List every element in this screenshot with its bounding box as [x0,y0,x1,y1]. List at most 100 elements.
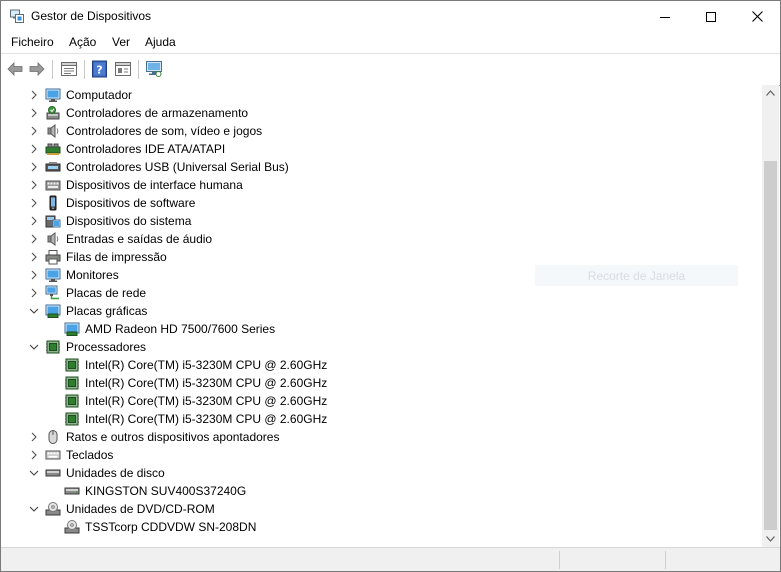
chevron-right-icon[interactable] [29,431,39,443]
tree-category[interactable]: Teclados [1,446,762,464]
tree-category[interactable]: Filas de impressão [1,248,762,266]
chevron-right-icon[interactable] [29,197,39,209]
chevron-down-icon[interactable] [29,305,39,317]
chevron-right-icon[interactable] [29,449,39,461]
cpu-icon [65,358,79,372]
monitor-icon [45,268,61,282]
close-button[interactable] [734,1,780,32]
menu-acao[interactable]: Ação [69,35,96,49]
chevron-right-icon[interactable] [29,107,39,119]
tree-category[interactable]: Controladores de armazenamento [1,104,762,122]
tree-device[interactable]: Intel(R) Core(TM) i5-3230M CPU @ 2.60GHz [1,392,762,410]
help-icon[interactable]: ? [91,60,109,78]
tree-category[interactable]: Ratos e outros dispositivos apontadores [1,428,762,446]
menu-ver[interactable]: Ver [112,35,130,49]
scroll-down-arrow-icon[interactable] [766,536,775,542]
tree-item-label: Entradas e saídas de áudio [66,232,213,246]
tree-category[interactable]: Dispositivos de interface humana [1,176,762,194]
tree-category[interactable]: Controladores USB (Universal Serial Bus) [1,158,762,176]
usb-icon [45,162,61,172]
keyboard-icon [45,450,61,460]
menu-ficheiro[interactable]: Ficheiro [11,35,54,49]
tree-category[interactable]: Dispositivos de software [1,194,762,212]
tree-item-label: Intel(R) Core(TM) i5-3230M CPU @ 2.60GHz [85,376,328,390]
chevron-right-icon[interactable] [29,215,39,227]
tree-item-label: Dispositivos de interface humana [66,178,243,192]
chevron-right-icon[interactable] [29,89,39,101]
display-adapter-icon [64,322,80,336]
chevron-right-icon[interactable] [29,161,39,173]
printer-icon [45,250,61,265]
toolbar-separator [138,60,139,79]
tree-category[interactable]: Unidades de disco [1,464,762,482]
title-bar[interactable]: Gestor de Dispositivos [1,1,780,32]
tree-item-label: Dispositivos do sistema [66,214,192,228]
disk-drive-icon [64,487,80,495]
tree-item-label: Ratos e outros dispositivos apontadores [66,430,280,444]
maximize-icon [706,11,716,22]
tree-item-label: Dispositivos de software [66,196,196,210]
tree-device[interactable]: Intel(R) Core(TM) i5-3230M CPU @ 2.60GHz [1,410,762,428]
menu-ajuda[interactable]: Ajuda [145,35,176,49]
scan-hardware-icon[interactable] [145,60,163,78]
chevron-down-icon[interactable] [29,341,39,353]
dvd-drive-icon [64,520,80,534]
tree-item-label: Controladores de som, vídeo e jogos [66,124,263,138]
snip-overlay-label: Recorte de Janela [535,265,738,286]
dvd-drive-icon [45,502,61,516]
ide-controller-icon [45,143,61,155]
tree-device[interactable]: AMD Radeon HD 7500/7600 Series [1,320,762,338]
tree-category[interactable]: Controladores IDE ATA/ATAPI [1,140,762,158]
chevron-right-icon[interactable] [29,287,39,299]
forward-arrow-icon[interactable] [28,60,46,78]
chevron-right-icon[interactable] [29,125,39,137]
tree-category[interactable]: Entradas e saídas de áudio [1,230,762,248]
minimize-button[interactable] [642,1,688,32]
chevron-down-icon[interactable] [29,503,39,515]
back-arrow-icon[interactable] [6,60,24,78]
scroll-up-arrow-icon[interactable] [766,90,775,96]
tree-category[interactable]: Placas gráficas [1,302,762,320]
tree-category[interactable]: Processadores [1,338,762,356]
maximize-button[interactable] [688,1,734,32]
chevron-right-icon[interactable] [29,143,39,155]
tree-device[interactable]: TSSTcorp CDDVDW SN-208DN [1,518,762,536]
menu-bar: Ficheiro Ação Ver Ajuda [1,32,780,53]
tree-category[interactable]: Unidades de DVD/CD-ROM [1,500,762,518]
device-tree[interactable]: Computador Controladores de armazenamento… [1,85,762,547]
status-separator [559,551,560,569]
scrollbar-thumb[interactable] [764,161,777,530]
minimize-icon [660,16,670,18]
tree-item-label: Intel(R) Core(TM) i5-3230M CPU @ 2.60GHz [85,412,328,426]
tree-item-label: Processadores [66,340,147,354]
toolbar-separator [84,60,85,79]
tree-category[interactable]: Computador [1,86,762,104]
tree-device[interactable]: KINGSTON SUV400S37240G [1,482,762,500]
chevron-right-icon[interactable] [29,233,39,245]
system-device-icon [45,215,61,228]
tree-item-label: Unidades de disco [66,466,165,480]
chevron-down-icon[interactable] [29,467,39,479]
view-icon[interactable] [114,60,132,78]
tree-category[interactable]: Dispositivos do sistema [1,212,762,230]
tree-item-label: Controladores IDE ATA/ATAPI [66,142,226,156]
tree-item-label: Placas de rede [66,286,147,300]
vertical-scrollbar[interactable] [762,85,779,547]
chevron-right-icon[interactable] [29,269,39,281]
cpu-icon [65,394,79,408]
properties-icon[interactable] [60,60,78,78]
tree-device[interactable]: Intel(R) Core(TM) i5-3230M CPU @ 2.60GHz [1,356,762,374]
monitor-icon [45,88,61,102]
tree-category[interactable]: Placas de rede [1,284,762,302]
chevron-right-icon[interactable] [29,179,39,191]
status-separator [665,551,666,569]
tree-item-label: Intel(R) Core(TM) i5-3230M CPU @ 2.60GHz [85,394,328,408]
network-icon [45,285,59,300]
tree-category[interactable]: Controladores de som, vídeo e jogos [1,122,762,140]
mouse-icon [48,430,58,444]
cpu-icon [65,376,79,390]
toolbar-separator [52,60,53,79]
chevron-right-icon[interactable] [29,251,39,263]
tree-item-label: TSSTcorp CDDVDW SN-208DN [85,520,257,534]
tree-device[interactable]: Intel(R) Core(TM) i5-3230M CPU @ 2.60GHz [1,374,762,392]
